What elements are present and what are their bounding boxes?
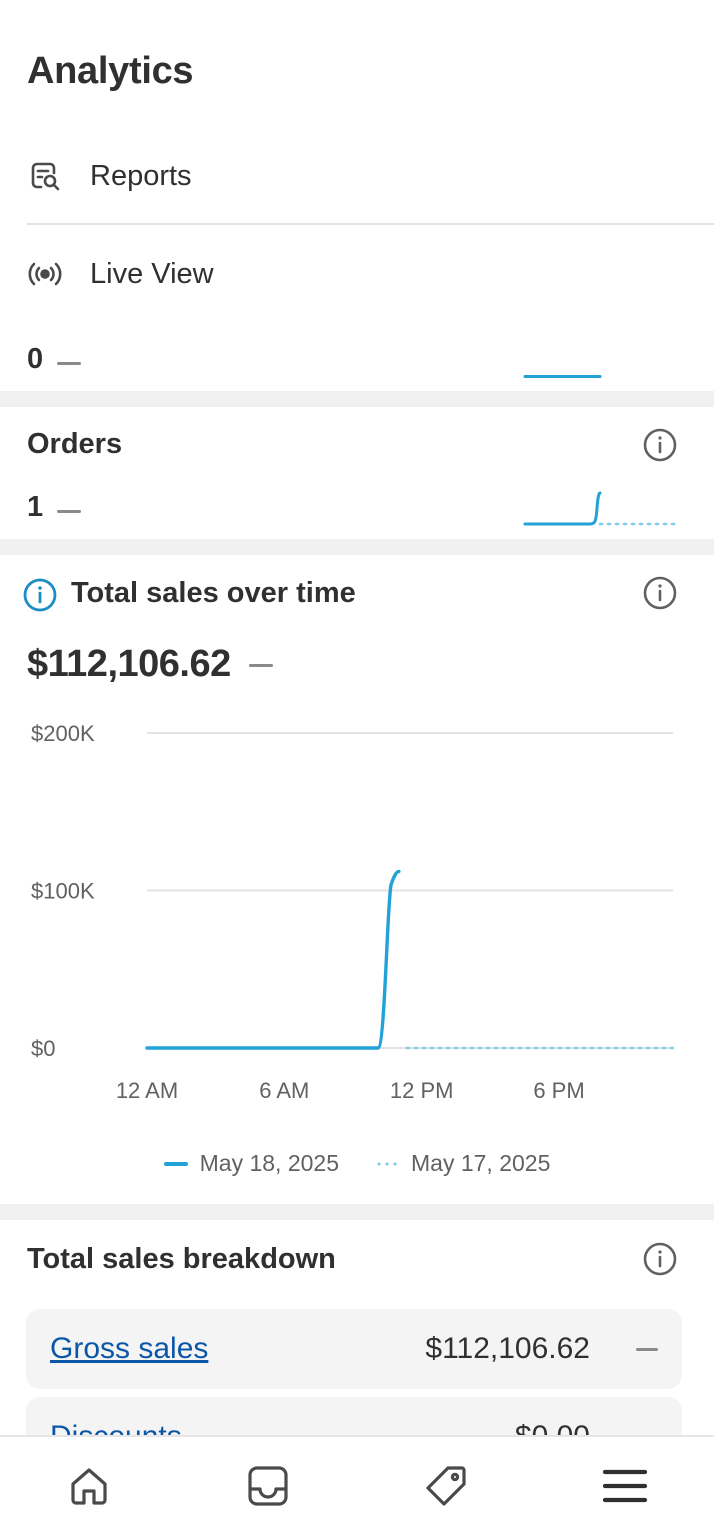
bottom-tab-bar (0, 1435, 714, 1534)
page-title: Analytics (27, 50, 194, 92)
total-sales-amount: $112,106.62 (27, 643, 231, 685)
info-icon[interactable] (640, 573, 680, 613)
legend-dotted-swatch (375, 1161, 399, 1166)
breakdown-title: Total sales breakdown (27, 1243, 336, 1275)
legend-item[interactable]: May 17, 2025 (375, 1150, 550, 1177)
nav-item-reports[interactable]: Reports (27, 146, 714, 206)
info-circle-accent-icon[interactable] (20, 575, 60, 615)
tab-orders[interactable] (233, 1451, 303, 1521)
info-icon[interactable] (640, 1239, 680, 1279)
gross-sales-amount: $112,106.62 (425, 1332, 590, 1365)
change-dash (248, 664, 273, 668)
report-search-icon (27, 158, 63, 194)
y-tick-label: $200K (31, 721, 95, 746)
orders-sparkline (523, 491, 678, 526)
section-separator (0, 1204, 714, 1220)
live-view-sparkline (523, 375, 602, 378)
section-separator (0, 539, 714, 555)
tab-home[interactable] (54, 1451, 124, 1521)
y-tick-label: $100K (31, 879, 95, 904)
legend-item[interactable]: May 18, 2025 (163, 1150, 339, 1177)
x-tick-label: 12 PM (390, 1078, 454, 1103)
change-dash (57, 362, 82, 366)
x-tick-label: 6 AM (259, 1078, 309, 1103)
breakdown-row-gross-sales: Gross sales $112,106.62 (26, 1309, 682, 1389)
orders-metric: 1 (27, 491, 82, 524)
y-tick-label: $0 (31, 1036, 55, 1061)
legend-label: May 18, 2025 (199, 1150, 339, 1176)
sales-line-chart: $0 $100K $200K 12 AM 6 AM 12 PM 6 PM (31, 721, 675, 1103)
live-view-value: 0 (27, 343, 44, 375)
live-view-metric: 0 (27, 343, 82, 376)
change-dash (636, 1347, 658, 1351)
section-separator (0, 391, 714, 407)
total-sales-value: $112,106.62 (27, 643, 273, 686)
change-dash (57, 510, 82, 514)
sales-over-time-title: Total sales over time (71, 577, 356, 609)
series-may-18-line (145, 869, 401, 1050)
inbox-icon (248, 1465, 288, 1506)
info-icon[interactable] (640, 425, 680, 465)
nav-divider (27, 223, 714, 225)
nav-label-live-view: Live View (90, 257, 214, 290)
chart-legend: May 18, 2025 May 17, 2025 (0, 1150, 714, 1177)
hamburger-menu-icon (602, 1469, 647, 1502)
tag-icon (426, 1465, 466, 1506)
x-tick-label: 6 PM (533, 1078, 584, 1103)
live-broadcast-icon (27, 256, 63, 292)
home-icon (71, 1467, 107, 1505)
gross-sales-link[interactable]: Gross sales (50, 1332, 425, 1366)
nav-item-live-view[interactable]: Live View (27, 244, 714, 304)
orders-value: 1 (27, 491, 44, 523)
x-tick-label: 12 AM (116, 1078, 178, 1103)
tab-products[interactable] (411, 1451, 481, 1521)
tab-menu[interactable] (590, 1451, 660, 1521)
orders-title: Orders (27, 428, 123, 460)
legend-solid-swatch (163, 1161, 188, 1166)
legend-label: May 17, 2025 (411, 1150, 551, 1176)
nav-label-reports: Reports (90, 159, 192, 192)
